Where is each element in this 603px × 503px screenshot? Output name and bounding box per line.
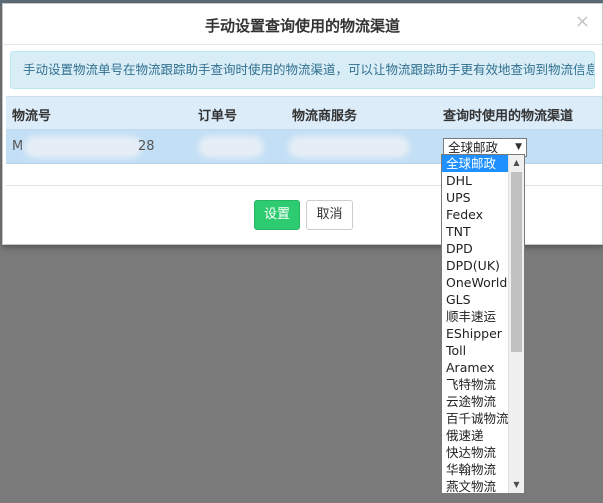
dropdown-option[interactable]: DPD xyxy=(442,240,509,257)
dropdown-option[interactable]: Aramex xyxy=(442,359,509,376)
set-button[interactable]: 设置 xyxy=(254,200,300,230)
dropdown-option[interactable]: DPD(UK) xyxy=(442,257,509,274)
dropdown-option[interactable]: 云途物流 xyxy=(442,393,509,410)
tracking-number-suffix: 28 xyxy=(138,139,155,154)
tracking-number-redacted xyxy=(28,140,138,154)
col-header-tracking: 物流号 xyxy=(12,109,52,124)
dropdown-scrollbar[interactable]: ▲ ▼ xyxy=(508,155,524,493)
dropdown-option[interactable]: 俄速递 xyxy=(442,427,509,444)
scroll-up-icon[interactable]: ▲ xyxy=(509,155,524,171)
dropdown-option[interactable]: 飞特物流 xyxy=(442,376,509,393)
cancel-button[interactable]: 取消 xyxy=(306,200,353,230)
dropdown-option[interactable]: 燕文物流 xyxy=(442,478,509,493)
dialog-title: 手动设置查询使用的物流渠道 xyxy=(204,17,400,35)
dropdown-option[interactable]: 百千诚物流 xyxy=(442,410,509,427)
dropdown-option[interactable]: 华翰物流 xyxy=(442,461,509,478)
scrollbar-thumb[interactable] xyxy=(511,172,522,352)
col-header-order: 订单号 xyxy=(198,109,238,124)
table-header: 物流号 订单号 物流商服务 查询时使用的物流渠道 xyxy=(6,96,602,130)
dialog-header: 手动设置查询使用的物流渠道 × xyxy=(3,4,602,45)
dropdown-option[interactable]: UPS xyxy=(442,189,509,206)
scroll-down-icon[interactable]: ▼ xyxy=(509,477,524,493)
dropdown-option[interactable]: 全球邮政 xyxy=(442,155,509,172)
dropdown-option[interactable]: DHL xyxy=(442,172,509,189)
dropdown-option[interactable]: Toll xyxy=(442,342,509,359)
dropdown-option[interactable]: GLS xyxy=(442,291,509,308)
order-number-redacted xyxy=(202,140,260,154)
channel-dropdown-list[interactable]: 全球邮政 DHL UPS Fedex TNT DPD DPD(UK) OneWorld GLS 顺… xyxy=(441,154,525,494)
info-alert: 手动设置物流单号在物流跟踪助手查询时使用的物流渠道，可以让物流跟踪助手更有效地查… xyxy=(10,51,595,89)
dropdown-option[interactable]: Fedex xyxy=(442,206,509,223)
col-header-query-channel: 查询时使用的物流渠道 xyxy=(443,109,574,124)
dropdown-options: 全球邮政 DHL UPS Fedex TNT DPD DPD(UK) OneWorld GLS 顺… xyxy=(442,155,509,493)
dropdown-option[interactable]: 快达物流 xyxy=(442,444,509,461)
tracking-number-prefix: M xyxy=(12,139,24,154)
dropdown-option[interactable]: EShipper xyxy=(442,325,509,342)
dropdown-option[interactable]: OneWorld xyxy=(442,274,509,291)
carrier-service-redacted xyxy=(292,140,406,154)
dropdown-option[interactable]: 顺丰速运 xyxy=(442,308,509,325)
channel-select-value: 全球邮政 xyxy=(448,140,499,155)
dropdown-option[interactable]: TNT xyxy=(442,223,509,240)
close-icon[interactable]: × xyxy=(575,13,590,31)
col-header-carrier-service: 物流商服务 xyxy=(292,109,358,124)
